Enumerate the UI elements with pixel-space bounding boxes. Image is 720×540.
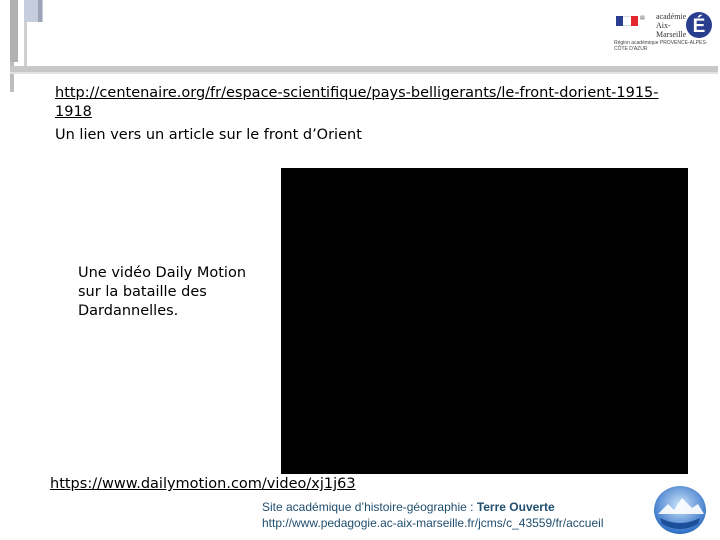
terre-ouverte-badge-icon	[654, 486, 706, 534]
dailymotion-link[interactable]: https://www.dailymotion.com/video/xj1j63	[50, 475, 356, 493]
footer-site-url[interactable]: http://www.pedagogie.ac-aix-marseille.fr…	[262, 515, 603, 531]
decorative-bar-left	[10, 0, 18, 62]
logo-academie-text: académie Aix-Marseille	[656, 12, 687, 39]
link-description: Un lien vers un article sur le front d’O…	[55, 127, 362, 143]
decorative-horizontal-rule-2	[10, 72, 718, 74]
academie-logo: ▤ académie Aix-Marseille É Région académ…	[612, 8, 714, 54]
e-logo-icon: É	[686, 12, 712, 38]
footer: Site académique d’histoire-géographie : …	[262, 499, 603, 531]
marianne-icon: ▤	[640, 15, 645, 21]
svg-text:É: É	[693, 15, 706, 37]
video-description: Une vidéo Daily Motion sur la bataille d…	[78, 265, 247, 319]
video-player[interactable]	[281, 168, 688, 474]
decorative-bar-accent	[38, 0, 42, 22]
logo-region-text: Région académique PROVENCE-ALPES-CÔTE D'…	[614, 40, 708, 52]
decorative-vertical-line	[24, 22, 27, 66]
centenaire-link[interactable]: http://centenaire.org/fr/espace-scientif…	[55, 84, 665, 122]
footer-site-prefix: Site académique d’histoire-géographie :	[262, 500, 477, 514]
footer-site-line: Site académique d’histoire-géographie : …	[262, 499, 603, 515]
french-flag-icon	[616, 16, 638, 26]
footer-site-name: Terre Ouverte	[476, 500, 555, 514]
